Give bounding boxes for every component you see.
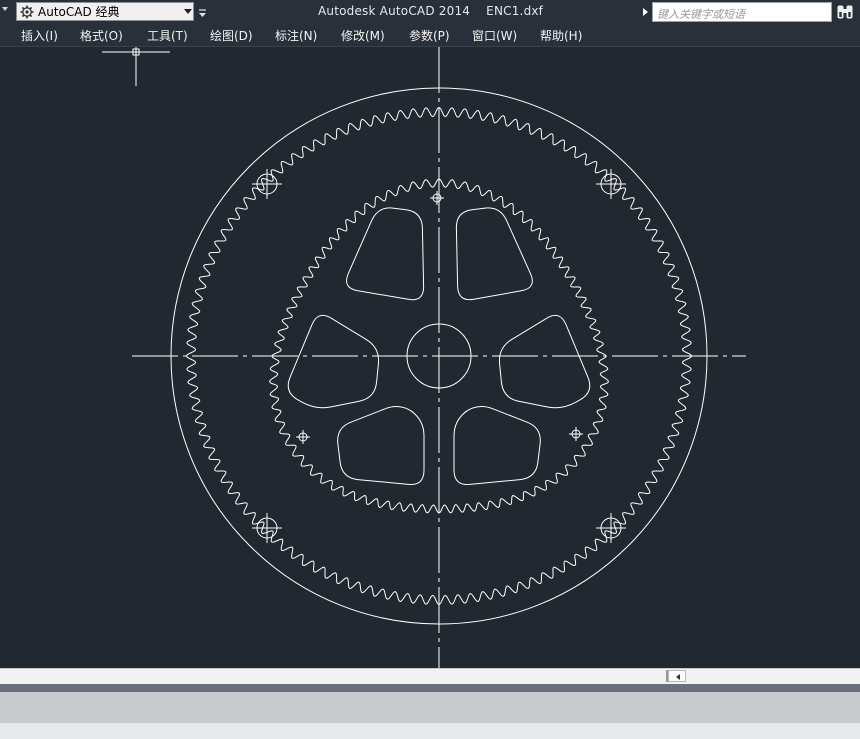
app-title: Autodesk AutoCAD 2014 ENC1.dxf bbox=[318, 4, 544, 18]
menu-bar: 插入(I) 格式(O) 工具(T) 绘图(D) 标注(N) 修改(M) 参数(P… bbox=[0, 25, 860, 47]
binoculars-icon[interactable] bbox=[836, 3, 854, 21]
quick-access-arrow-icon[interactable] bbox=[2, 7, 8, 11]
search-input[interactable] bbox=[653, 5, 831, 24]
spoke-opening bbox=[346, 207, 425, 301]
menu-window[interactable]: 窗口(W) bbox=[472, 27, 517, 44]
search-box[interactable] bbox=[652, 2, 832, 24]
status-bar bbox=[0, 692, 860, 723]
command-line[interactable] bbox=[0, 684, 860, 692]
title-bar: AutoCAD 经典 Autodesk AutoCAD 2014 ENC1.dx… bbox=[0, 0, 860, 25]
spoke-opening bbox=[287, 314, 380, 409]
menu-help[interactable]: 帮助(H) bbox=[540, 27, 582, 44]
customize-toolbar-icon[interactable] bbox=[198, 5, 207, 17]
horizontal-scrollbar[interactable] bbox=[0, 668, 860, 684]
cad-drawing bbox=[102, 47, 746, 668]
spoke-opening bbox=[337, 406, 425, 486]
arrow-left-icon bbox=[676, 674, 680, 680]
drawing-canvas[interactable] bbox=[0, 47, 860, 668]
scroll-left-button[interactable] bbox=[668, 670, 686, 682]
gear-icon bbox=[19, 4, 35, 20]
menu-modify[interactable]: 修改(M) bbox=[341, 27, 385, 44]
crosshair-cursor bbox=[102, 47, 170, 86]
spoke-opening bbox=[453, 406, 541, 486]
menu-parameters[interactable]: 参数(P) bbox=[409, 27, 450, 44]
chevron-down-icon[interactable] bbox=[183, 3, 193, 20]
search-expand-icon[interactable] bbox=[643, 8, 648, 16]
spoke-opening bbox=[498, 314, 591, 409]
spoke-opening bbox=[455, 207, 533, 301]
workspace-selector[interactable]: AutoCAD 经典 bbox=[16, 2, 194, 21]
menu-dimension[interactable]: 标注(N) bbox=[275, 27, 317, 44]
workspace-label: AutoCAD 经典 bbox=[38, 5, 120, 19]
menu-insert[interactable]: 插入(I) bbox=[21, 27, 58, 44]
menu-draw[interactable]: 绘图(D) bbox=[210, 27, 253, 44]
menu-tools[interactable]: 工具(T) bbox=[147, 27, 188, 44]
bottom-strip bbox=[0, 723, 860, 739]
menu-format[interactable]: 格式(O) bbox=[80, 27, 123, 44]
